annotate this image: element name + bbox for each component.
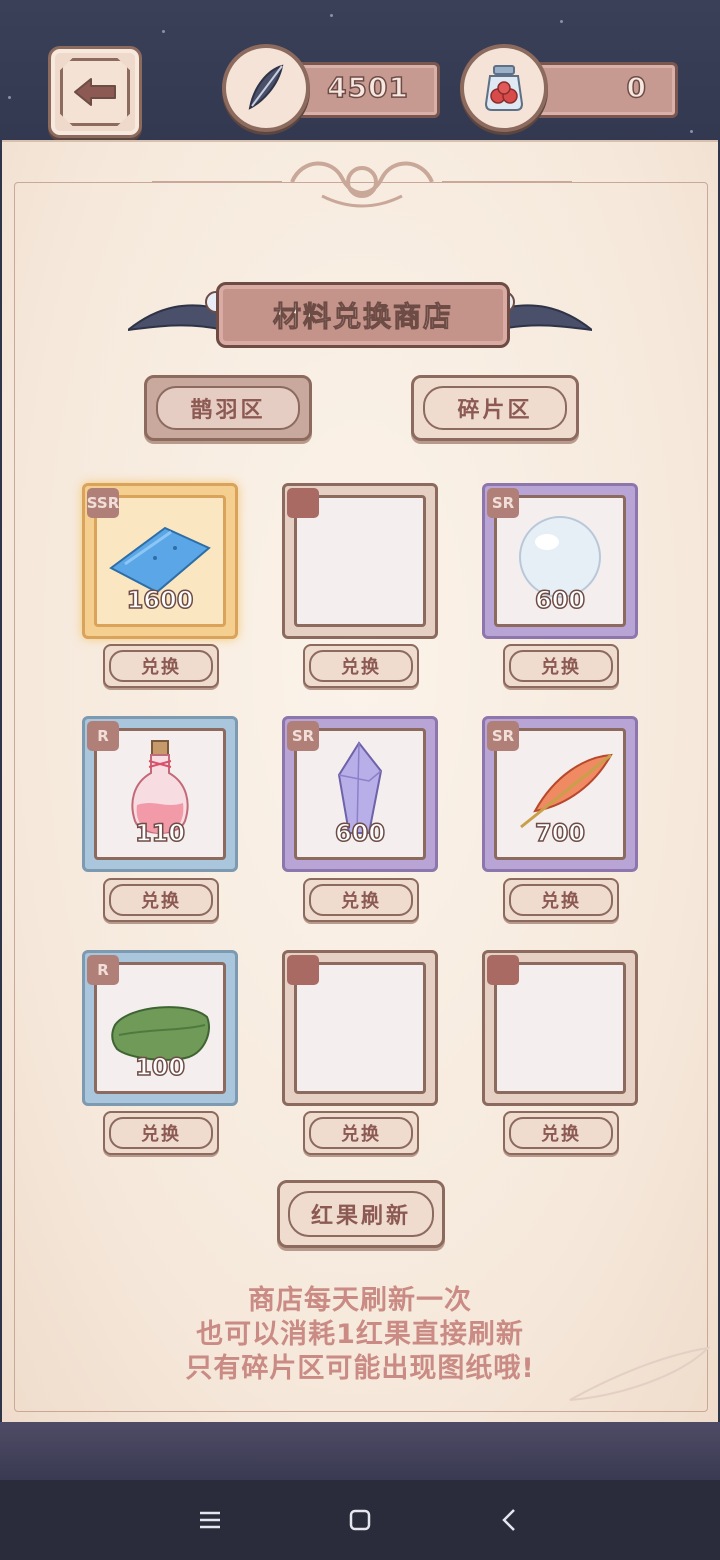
shop-item-4[interactable]: 110 R [82,716,238,872]
rarity-badge: SSR [87,488,119,518]
fruit-count-bar: 0 [530,62,678,118]
exchange-button[interactable]: 兑换 [103,1111,219,1155]
rarity-badge [487,955,519,985]
item-card: 100 R [82,950,238,1106]
item-price: 1600 [126,585,194,615]
tab-fragment-zone[interactable]: 碎片区 [411,375,579,441]
ornament-decoration [152,161,572,208]
fruit-count: 0 [626,70,647,105]
item-card: 700 SR [482,716,638,872]
shop-item-7[interactable]: 100 R [82,950,238,1106]
exchange-button[interactable]: 兑换 [503,644,619,688]
star [690,130,693,133]
menu-icon [200,1511,220,1529]
rarity-badge: SR [487,721,519,751]
item-card [482,950,638,1106]
shop-item-3[interactable]: 600 SR [482,483,638,639]
rarity-badge [287,488,319,518]
rarity-badge: SR [287,721,319,751]
home-square-icon [349,1509,371,1531]
exchange-button-label: 兑换 [109,1117,213,1149]
item-price: 600 [334,818,386,848]
exchange-button-label: 兑换 [309,650,413,682]
quill-watermark-icon [569,1346,710,1401]
tab-feather-zone-label: 鹊羽区 [156,386,300,430]
star [8,96,11,99]
item-price: 100 [134,1052,186,1082]
item-price: 700 [534,818,586,848]
exchange-button[interactable]: 兑换 [303,1111,419,1155]
exchange-button[interactable]: 兑换 [303,644,419,688]
star [560,20,563,23]
rarity-badge: R [87,721,119,751]
exchange-button-label: 兑换 [309,1117,413,1149]
shop-item-1[interactable]: 1600 SSR [82,483,238,639]
shop-item-6[interactable]: 700 SR [482,716,638,872]
red-fruit-jar-icon [460,44,548,132]
shop-title-plate: 材料兑换商店 [216,282,510,348]
exchange-button[interactable]: 兑换 [103,644,219,688]
shop-item-5[interactable]: 600 SR [282,716,438,872]
shop-item-2[interactable] [282,483,438,639]
notice-line: 商店每天刷新一次 [248,1285,472,1316]
back-nav-button[interactable] [488,1498,532,1542]
shop-title: 材料兑换商店 [272,300,453,334]
rarity-badge: R [87,955,119,985]
star [330,14,333,17]
tab-fragment-zone-label: 碎片区 [423,386,567,430]
feather-icon [222,44,310,132]
feather-currency: 4501 [222,44,440,132]
item-price: 600 [534,585,586,615]
red-fruit-currency: 0 [460,44,678,132]
system-nav-bar [0,1480,720,1560]
exchange-button[interactable]: 兑换 [103,878,219,922]
item-price: 110 [134,818,186,848]
item-card: 600 SR [482,483,638,639]
exchange-button[interactable]: 兑换 [503,1111,619,1155]
menu-nav-button[interactable] [188,1498,232,1542]
item-card [282,483,438,639]
rarity-badge: SR [487,488,519,518]
exchange-button-label: 兑换 [509,884,613,916]
back-button[interactable] [48,46,142,138]
item-card: 110 R [82,716,238,872]
chevron-left-icon [502,1509,515,1531]
refresh-button-label: 红果刷新 [288,1191,434,1237]
exchange-button-label: 兑换 [109,650,213,682]
exchange-button-label: 兑换 [109,884,213,916]
exchange-button[interactable]: 兑换 [303,878,419,922]
star [162,30,165,33]
red-fruit-refresh-button[interactable]: 红果刷新 [277,1180,445,1248]
shop-item-8[interactable] [282,950,438,1106]
exchange-button[interactable]: 兑换 [503,878,619,922]
cave-ground-decoration [0,1422,720,1480]
exchange-button-label: 兑换 [309,884,413,916]
item-card: 600 SR [282,716,438,872]
item-card: 1600 SSR [82,483,238,639]
shop-item-9[interactable] [482,950,638,1106]
home-nav-button[interactable] [338,1498,382,1542]
rarity-badge [287,955,319,985]
tab-feather-zone[interactable]: 鹊羽区 [144,375,312,441]
shop-title-banner: 材料兑换商店 [128,278,592,350]
feather-count: 4501 [326,70,409,105]
item-card [282,950,438,1106]
exchange-button-label: 兑换 [509,1117,613,1149]
exchange-button-label: 兑换 [509,650,613,682]
back-arrow-icon [60,58,130,126]
